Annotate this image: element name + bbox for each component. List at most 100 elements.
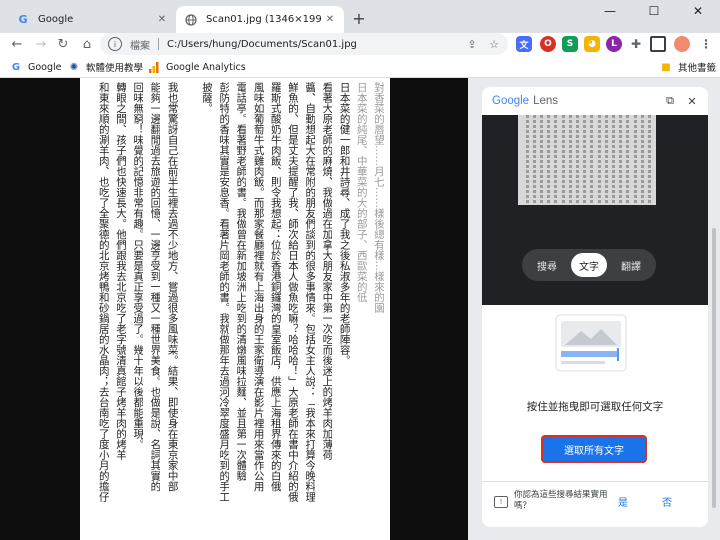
feedback-bar: ! 你認為這些搜尋結果實用嗎？ 是 否 bbox=[482, 481, 708, 527]
back-button[interactable]: ← bbox=[8, 35, 26, 53]
side-panel: Google Lens ⧉ ✕ 搜尋 文字 翻譯 按住並拖曳即可選取任何文字 選… bbox=[468, 78, 720, 540]
thumbnail-text-column bbox=[597, 115, 601, 203]
thumbnail-text-column bbox=[576, 115, 579, 203]
text-column: 羅斯式酸奶牛肉飯、則令我想起：位於香港銅鑼灣的皇室飯店，供應上海租界傳來的白俄 bbox=[269, 82, 281, 492]
bookmark-label: Google Analytics bbox=[166, 61, 246, 73]
tab-title: Google bbox=[38, 14, 74, 25]
extension-icon[interactable]: ◕ bbox=[584, 36, 600, 52]
text-column: 醬、自動想起大在常附的朋友們談到的很多事情來。包括女主人說：「我本來打算今晚料理 bbox=[304, 82, 316, 502]
toolbar: ← → ↻ ⌂ i 檔案 C:/Users/hung/Documents/Sca… bbox=[0, 33, 720, 55]
text-column: 彭防特的香味其實是安息香。看著片岡老師的書。我就做那年去過河冷翠度盛月吃到的手工 bbox=[218, 82, 230, 502]
thumbnail-text-column bbox=[568, 115, 572, 203]
extension-icon[interactable]: L bbox=[606, 36, 622, 52]
mode-search[interactable]: 搜尋 bbox=[529, 253, 565, 277]
open-new-tab-icon[interactable]: ⧉ bbox=[662, 93, 678, 109]
mode-translate[interactable]: 翻譯 bbox=[613, 253, 649, 277]
maximize-button[interactable]: ☐ bbox=[632, 0, 676, 22]
folder-icon: ■ bbox=[661, 61, 671, 73]
close-icon[interactable]: ✕ bbox=[322, 12, 338, 28]
reload-button[interactable]: ↻ bbox=[54, 35, 72, 53]
thumbnail-text-column bbox=[561, 115, 565, 203]
opera-extension-icon[interactable]: O bbox=[540, 36, 556, 52]
text-select-illustration-icon bbox=[555, 313, 627, 373]
other-bookmarks-label: 其他書籤 bbox=[678, 63, 717, 74]
minimize-button[interactable]: — bbox=[588, 0, 632, 22]
sun-badge-icon: ✺ bbox=[69, 61, 79, 73]
url-text[interactable]: C:/Users/hung/Documents/Scan01.jpg bbox=[167, 39, 464, 50]
select-all-text-button[interactable]: 選取所有文字 bbox=[541, 435, 647, 463]
text-column: 日本菜的純尾、中華菜的大的部子、西歐菜的低 bbox=[355, 82, 367, 303]
thumbnail-text-column bbox=[626, 115, 630, 203]
mode-text[interactable]: 文字 bbox=[571, 253, 607, 277]
thumbnail-text-column bbox=[648, 115, 651, 203]
text-column: 我也常驚訝自己在前半生裡去過不少地方、嘗過很多風味菜。結果、即使身在東京家中部 bbox=[166, 82, 178, 492]
thumbnail-text-column bbox=[619, 115, 623, 203]
tab-strip: G Google ✕ Scan01.jpg (1346×1992) ✕ + — … bbox=[0, 0, 720, 33]
close-icon[interactable]: ✕ bbox=[684, 93, 700, 109]
bookmarks-bar: G Google ✺ 軟體使用教學 Google Analytics ■ 其他書… bbox=[0, 55, 720, 78]
bookmark-analytics[interactable]: Google Analytics bbox=[148, 59, 246, 75]
bookmark-label: 軟體使用教學 bbox=[86, 63, 144, 74]
lens-image-preview[interactable]: 搜尋 文字 翻譯 bbox=[482, 115, 708, 305]
globe-icon bbox=[184, 13, 198, 27]
address-bar[interactable]: i 檔案 C:/Users/hung/Documents/Scan01.jpg … bbox=[100, 33, 508, 55]
google-g-icon: G bbox=[18, 13, 28, 26]
feedback-yes-button[interactable]: 是 bbox=[618, 494, 628, 510]
feedback-question: 你認為這些搜尋結果實用嗎？ bbox=[514, 490, 608, 511]
image-viewer: 對香菜的唇望……月七……樣後總有樣…樣來的園 日本菜的純尾、中華菜的大的部子、西歐… bbox=[0, 78, 468, 540]
text-column: 風味如葡萄牛式雞肉飯。而那家餐廳裡就有上海出身的王家衛導演在影片裡用來當作公用 bbox=[252, 82, 264, 492]
info-icon[interactable]: i bbox=[108, 37, 122, 51]
site-label: 檔案 bbox=[130, 40, 150, 52]
new-tab-button[interactable]: + bbox=[350, 9, 368, 28]
logo-google: Google bbox=[492, 95, 530, 107]
tab-scan01[interactable]: Scan01.jpg (1346×1992) ✕ bbox=[176, 6, 344, 33]
bookmark-google[interactable]: G Google bbox=[10, 59, 62, 75]
thumbnail-text-column bbox=[583, 115, 587, 203]
text-column bbox=[183, 82, 195, 540]
feedback-icon: ! bbox=[494, 496, 508, 508]
text-column: 披薩。 bbox=[201, 82, 212, 114]
thumbnail-text-column bbox=[633, 115, 637, 203]
feedback-no-button[interactable]: 否 bbox=[662, 494, 672, 510]
tab-google[interactable]: G Google ✕ bbox=[8, 6, 176, 33]
text-column: 對香菜的唇望……月七……樣後總有樣…樣來的園 bbox=[373, 82, 384, 313]
lens-mode-switcher: 搜尋 文字 翻譯 bbox=[522, 249, 656, 281]
thumbnail-text-column bbox=[612, 115, 615, 203]
text-column: 和東來順的涮羊肉、也吃了全聚德的北京烤鴨和砂鍋居的水晶肉；去台南吃了度小月的擔仔 bbox=[97, 82, 109, 502]
forward-button[interactable]: → bbox=[32, 35, 50, 53]
text-column: 能夠一邊翻閒過去旅遊的回憶、一邊亨受到一種又一種世界美食。也做是說、名詞其實的 bbox=[149, 82, 161, 492]
puzzle-extensions-icon[interactable]: ✚ bbox=[628, 36, 644, 52]
home-button[interactable]: ⌂ bbox=[78, 35, 96, 53]
lens-prompt-text: 按住並拖曳即可選取任何文字 bbox=[526, 401, 664, 413]
thumbnail-text-column bbox=[640, 115, 644, 203]
text-column: 回味無窮！味覺的記憶非常有趣。只要是真正享受過了。幾十年以後都能重現。 bbox=[132, 82, 144, 450]
other-bookmarks[interactable]: ■ 其他書籤 bbox=[660, 59, 716, 75]
bookmark-star-icon[interactable]: ☆ bbox=[486, 36, 502, 52]
extension-icon[interactable]: S bbox=[562, 36, 578, 52]
menu-kebab-icon[interactable]: ⋮ bbox=[698, 36, 714, 52]
thumbnail-text-column bbox=[554, 115, 558, 203]
thumbnail-text-column bbox=[604, 115, 608, 203]
tab-title: Scan01.jpg (1346×1992) bbox=[206, 14, 322, 25]
lens-panel: Google Lens ⧉ ✕ 搜尋 文字 翻譯 按住並拖曳即可選取任何文字 選… bbox=[482, 87, 708, 527]
thumbnail-text-column bbox=[525, 115, 529, 203]
thumbnail-text-column bbox=[590, 115, 594, 203]
scanned-page: 對香菜的唇望……月七……樣後總有樣…樣來的園 日本菜的純尾、中華菜的大的部子、西歐… bbox=[80, 78, 390, 540]
thumbnail-text-column bbox=[547, 115, 551, 203]
thumbnail-text-column bbox=[540, 115, 543, 203]
translate-extension-icon[interactable]: 文 bbox=[516, 36, 532, 52]
share-icon[interactable]: ⇪ bbox=[464, 36, 480, 52]
image-thumbnail bbox=[518, 115, 656, 205]
thumbnail-text-column bbox=[532, 115, 536, 203]
bookmark-label: Google bbox=[28, 61, 62, 73]
avatar[interactable] bbox=[674, 36, 690, 52]
text-column: 鮮魚的、但是丈夫提醒了我、師次給日本人做魚吃嘛？哈哈哈！」大原老師在書中介紹的俄 bbox=[287, 82, 298, 502]
scrollbar[interactable] bbox=[712, 228, 716, 508]
logo-lens: Lens bbox=[533, 95, 559, 107]
side-panel-icon[interactable] bbox=[650, 36, 666, 52]
close-window-button[interactable]: ✕ bbox=[676, 0, 720, 22]
lens-header: Google Lens ⧉ ✕ bbox=[482, 87, 708, 115]
close-icon[interactable]: ✕ bbox=[154, 12, 170, 28]
google-lens-logo: Google Lens bbox=[492, 95, 558, 107]
bookmark-tutorial[interactable]: ✺ 軟體使用教學 bbox=[68, 59, 143, 75]
